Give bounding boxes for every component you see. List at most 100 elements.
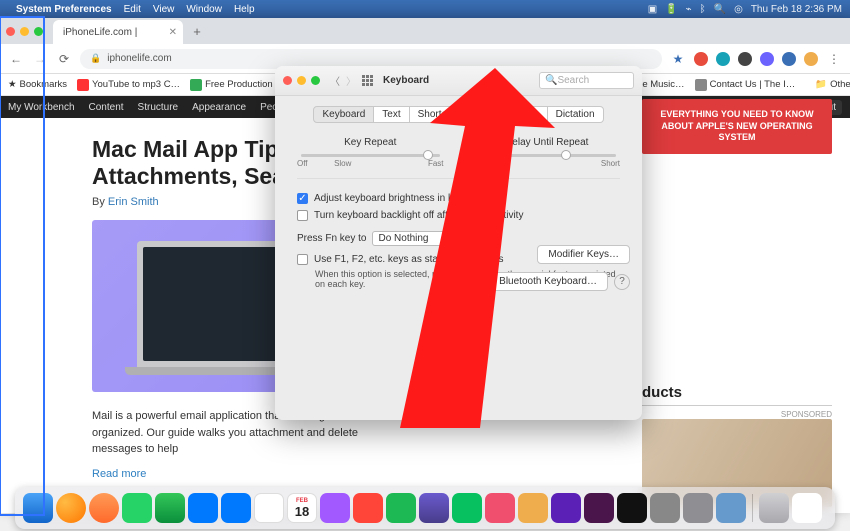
new-tab-button[interactable]: + [187,21,207,41]
menu-window[interactable]: Window [186,4,222,15]
tab-input-sources[interactable]: Input Sources [469,106,548,123]
tab-text[interactable]: Text [374,106,409,123]
checkbox[interactable] [297,210,308,221]
app-name[interactable]: System Preferences [16,4,112,15]
cms-item[interactable]: Structure [138,102,179,113]
mail-icon[interactable] [188,493,218,523]
bluetooth-keyboard-button[interactable]: Set Up Bluetooth Keyboard… [455,272,608,291]
delay-label: Delay Until Repeat [474,137,621,148]
spotify-icon[interactable] [386,493,416,523]
tab-keyboard[interactable]: Keyboard [313,106,374,123]
back-icon[interactable]: 〈 [330,73,340,88]
trash-icon[interactable] [759,493,789,523]
music-icon[interactable] [353,493,383,523]
finder-icon[interactable] [23,493,53,523]
whatsapp-icon[interactable] [122,493,152,523]
fn-select[interactable]: Do Nothing▾ [372,231,482,246]
app-icon[interactable] [716,493,746,523]
bookmark-item[interactable]: YouTube to mp3 C… [77,79,180,91]
search-input[interactable]: 🔍 Search [539,72,634,89]
notes-icon[interactable] [518,493,548,523]
brave-icon[interactable] [89,493,119,523]
chevron-icon: ▾ [468,234,476,243]
messages-icon[interactable] [155,493,185,523]
teams-icon[interactable] [551,493,581,523]
prefs-toolbar: 〈 〉 Keyboard 🔍 Search [275,66,642,96]
opt-brightness: Adjust keyboard brightness in low light [314,193,484,204]
sponsored-label: SPONSORED [642,410,832,419]
search-placeholder: Search [557,75,589,86]
show-all-icon[interactable] [362,75,373,86]
cms-item[interactable]: My Workbench [8,102,75,113]
extension-icon[interactable] [760,52,774,66]
cms-item[interactable]: Appearance [192,102,246,113]
promo-banner[interactable]: EVERYTHING YOU NEED TO KNOW ABOUT APPLE'… [642,99,832,154]
chrome-menu-icon[interactable]: ⋮ [826,52,842,66]
wifi-icon[interactable]: ⌁ [686,4,692,15]
battery-icon[interactable]: 🔋 [665,4,677,15]
menu-view[interactable]: View [153,4,175,15]
clock[interactable]: Thu Feb 18 2:36 PM [751,4,842,15]
asana-icon[interactable] [485,493,515,523]
opt-backlight: Turn keyboard backlight off after [314,210,457,221]
lock-icon: 🔒 [90,53,101,64]
other-bookmarks[interactable]: 📁 Other Bookmarks [815,79,850,90]
calendar-icon[interactable]: FEB18 [287,493,317,523]
reload-icon[interactable]: ⟳ [56,52,72,66]
extension-icon[interactable] [738,52,752,66]
dock-separator [752,494,753,522]
search-icon[interactable]: 🔍 [714,4,726,15]
app-icon[interactable] [683,493,713,523]
podcasts-icon[interactable] [320,493,350,523]
cms-item[interactable]: Content [89,102,124,113]
slack-icon[interactable] [584,493,614,523]
delay-slider[interactable] [478,154,617,157]
bookmark-item[interactable]: ★ Bookmarks [8,79,67,90]
wechat-icon[interactable] [452,493,482,523]
checkbox[interactable] [297,254,308,265]
browser-tab[interactable]: iPhoneLife.com | ✕ [53,20,183,44]
forward-icon[interactable]: → [32,52,48,66]
tab-title: iPhoneLife.com | [63,27,137,38]
opt-backlight-suffix: ctivity [498,210,523,221]
status-icon[interactable]: ▣ [648,4,657,15]
star-icon[interactable]: ★ [670,52,686,66]
menu-edit[interactable]: Edit [124,4,141,15]
fn-label: Press Fn key to [297,233,366,244]
safari-icon[interactable] [221,493,251,523]
backlight-select[interactable]: 5▾ [463,208,493,223]
window-traffic-lights[interactable] [6,27,43,36]
prime-icon[interactable] [419,493,449,523]
modifier-keys-button[interactable]: Modifier Keys… [537,245,630,264]
terminal-icon[interactable] [617,493,647,523]
window-title: Keyboard [383,75,429,86]
app-icon[interactable] [792,493,822,523]
extension-icon[interactable] [716,52,730,66]
help-icon[interactable]: ? [614,274,630,290]
sysprefs-icon[interactable] [650,493,680,523]
sidebar: EVERYTHING YOU NEED TO KNOW ABOUT APPLE'… [642,99,832,513]
keyboard-prefs-window: 〈 〉 Keyboard 🔍 Search Keyboard Text Shor… [275,66,642,420]
back-icon[interactable]: ← [8,52,24,66]
siri-icon[interactable]: ◎ [734,4,743,15]
key-repeat-slider[interactable] [301,154,440,157]
chrome-icon[interactable] [254,493,284,523]
tab-shortcuts[interactable]: Shortcuts [410,106,469,123]
menu-help[interactable]: Help [234,4,255,15]
extension-icon[interactable] [782,52,796,66]
forward-icon[interactable]: 〉 [346,73,356,88]
author-link[interactable]: Erin Smith [108,196,159,208]
avatar[interactable] [804,52,818,66]
window-traffic-lights[interactable] [283,76,320,85]
url-text: iphonelife.com [107,53,171,64]
checkbox[interactable]: ✓ [297,193,308,204]
prefs-tabs: Keyboard Text Shortcuts Input Sources Di… [275,106,642,123]
tab-dictation[interactable]: Dictation [548,106,604,123]
firefox-icon[interactable] [56,493,86,523]
close-icon[interactable]: ✕ [169,27,177,38]
extension-icon[interactable] [694,52,708,66]
dock: FEB18 [15,487,835,529]
key-repeat-label: Key Repeat [297,137,444,148]
bookmark-item[interactable]: Contact Us | The I… [695,79,796,91]
bt-icon[interactable]: ᛒ [700,4,706,15]
